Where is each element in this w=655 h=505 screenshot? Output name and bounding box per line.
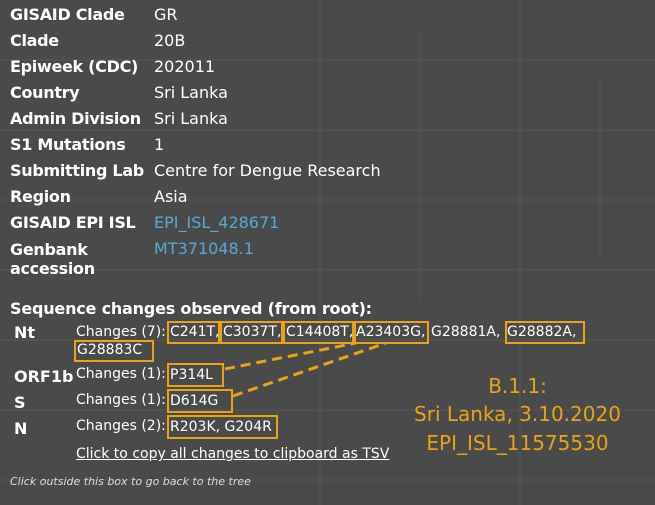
- connector-line: [224, 341, 357, 371]
- annotation-epi-id: EPI_ISL_11575530: [426, 431, 609, 455]
- annotation-location-date: Sri Lanka, 3.10.2020: [414, 402, 621, 426]
- connector-lines: [224, 341, 387, 398]
- close-hint: Click outside this box to go back to the…: [10, 475, 251, 488]
- annotation-lineage: B.1.1:: [488, 374, 547, 398]
- copy-changes-link[interactable]: Click to copy all changes to clipboard a…: [76, 446, 389, 462]
